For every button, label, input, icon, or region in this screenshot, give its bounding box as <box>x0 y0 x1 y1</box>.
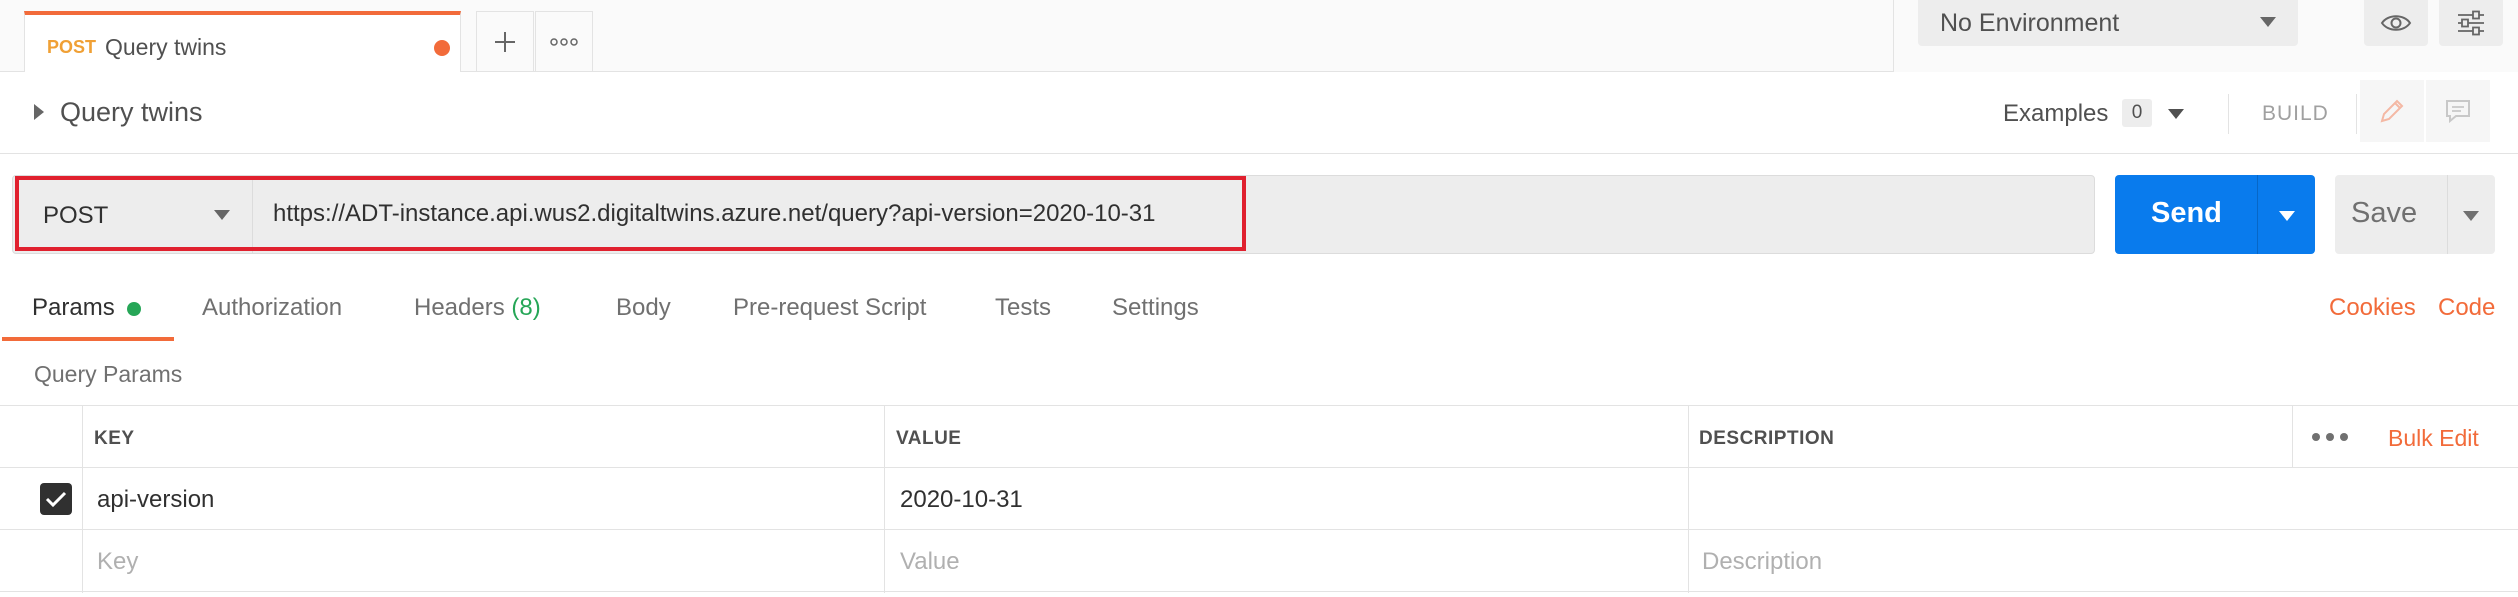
pencil-icon <box>2380 99 2404 123</box>
query-params-table: KEY VALUE DESCRIPTION Bulk Edit api-vers… <box>0 405 2518 593</box>
tab-settings[interactable]: Settings <box>1112 294 1199 322</box>
new-param-description-input[interactable]: Description <box>1702 548 1822 576</box>
unsaved-changes-dot <box>434 40 450 56</box>
ellipsis-dot <box>2312 433 2320 441</box>
param-enabled-checkbox[interactable] <box>40 483 72 515</box>
manage-environments-button[interactable] <box>2439 0 2503 46</box>
divider <box>2447 175 2448 254</box>
save-options-dropdown-icon[interactable] <box>2463 211 2479 221</box>
request-tabs: Params Authorization Headers (8) Body Pr… <box>0 280 2518 341</box>
column-options-button[interactable] <box>2312 428 2348 446</box>
request-title-bar: Query twins Examples 0 BUILD <box>0 72 2518 154</box>
checkmark-icon <box>45 491 67 508</box>
request-title[interactable]: Query twins <box>60 97 203 128</box>
column-header-description: DESCRIPTION <box>1699 428 1835 449</box>
request-tab-method: POST <box>47 37 97 57</box>
new-param-value-input[interactable]: Value <box>900 548 960 576</box>
params-active-dot <box>127 302 141 316</box>
tab-authorization[interactable]: Authorization <box>202 294 342 322</box>
environment-controls: No Environment <box>1893 0 2518 72</box>
column-header-value: VALUE <box>896 428 962 449</box>
ellipsis-dot <box>2326 433 2334 441</box>
tab-tests[interactable]: Tests <box>995 294 1051 322</box>
param-key-cell[interactable]: api-version <box>97 486 214 514</box>
comment-icon <box>2446 100 2470 124</box>
new-tab-button[interactable] <box>476 11 534 72</box>
divider <box>2228 94 2229 134</box>
examples-label[interactable]: Examples <box>2003 100 2108 128</box>
column-divider <box>82 406 83 593</box>
row-divider <box>0 591 2518 592</box>
new-param-key-input[interactable]: Key <box>97 548 138 576</box>
active-tab-underline <box>2 337 174 341</box>
cookies-link[interactable]: Cookies <box>2329 294 2416 322</box>
build-mode-label[interactable]: BUILD <box>2262 102 2329 126</box>
column-header-key: KEY <box>94 428 135 449</box>
param-value-cell[interactable]: 2020-10-31 <box>900 486 1023 514</box>
method-select-label: POST <box>43 202 109 229</box>
chevron-down-icon <box>214 210 230 220</box>
method-select[interactable]: POST <box>13 176 253 253</box>
expand-caret-icon[interactable] <box>34 104 44 120</box>
tab-headers[interactable]: Headers (8) <box>414 294 541 322</box>
save-button-label: Save <box>2351 197 2418 229</box>
tab-bar: POST Query twins No Environment <box>0 0 2518 72</box>
divider <box>2257 175 2258 254</box>
headers-count: (8) <box>511 294 541 321</box>
url-bar: POST https://ADT-instance.api.wus2.digit… <box>12 175 2095 254</box>
column-divider <box>2292 406 2293 467</box>
param-description-cell[interactable] <box>1702 486 2262 516</box>
ellipsis-icon <box>550 37 578 46</box>
send-button-label: Send <box>2151 197 2222 229</box>
ellipsis-dot <box>2340 433 2348 441</box>
plus-icon <box>495 31 515 52</box>
environment-select-label: No Environment <box>1940 9 2120 37</box>
code-link[interactable]: Code <box>2438 294 2495 322</box>
send-button[interactable]: Send <box>2115 175 2315 254</box>
send-options-dropdown-icon[interactable] <box>2279 211 2295 221</box>
url-input[interactable]: https://ADT-instance.api.wus2.digitaltwi… <box>273 200 1156 228</box>
sliders-icon <box>2458 10 2484 36</box>
examples-count-badge: 0 <box>2122 99 2152 127</box>
environment-select[interactable]: No Environment <box>1918 0 2298 46</box>
save-button[interactable]: Save <box>2335 175 2495 254</box>
tab-body[interactable]: Body <box>616 294 671 322</box>
eye-icon <box>2380 15 2412 31</box>
chevron-down-icon <box>2260 17 2276 27</box>
request-tab-name: Query twins <box>105 34 227 60</box>
tab-headers-label: Headers <box>414 294 505 321</box>
column-divider <box>1688 406 1689 593</box>
tab-options-button[interactable] <box>535 11 593 72</box>
tab-pre-request-script[interactable]: Pre-request Script <box>733 294 926 322</box>
column-divider <box>884 406 885 593</box>
edit-button[interactable] <box>2360 80 2424 142</box>
environment-quick-look-button[interactable] <box>2364 0 2428 46</box>
request-tab[interactable]: POST Query twins <box>24 11 461 72</box>
query-params-heading: Query Params <box>34 361 183 387</box>
comments-button[interactable] <box>2426 80 2490 142</box>
divider <box>2356 94 2357 134</box>
examples-dropdown-icon[interactable] <box>2168 109 2184 119</box>
row-divider <box>0 529 2518 530</box>
bulk-edit-link[interactable]: Bulk Edit <box>2388 425 2479 452</box>
tab-params[interactable]: Params <box>32 294 115 322</box>
row-divider <box>0 467 2518 468</box>
